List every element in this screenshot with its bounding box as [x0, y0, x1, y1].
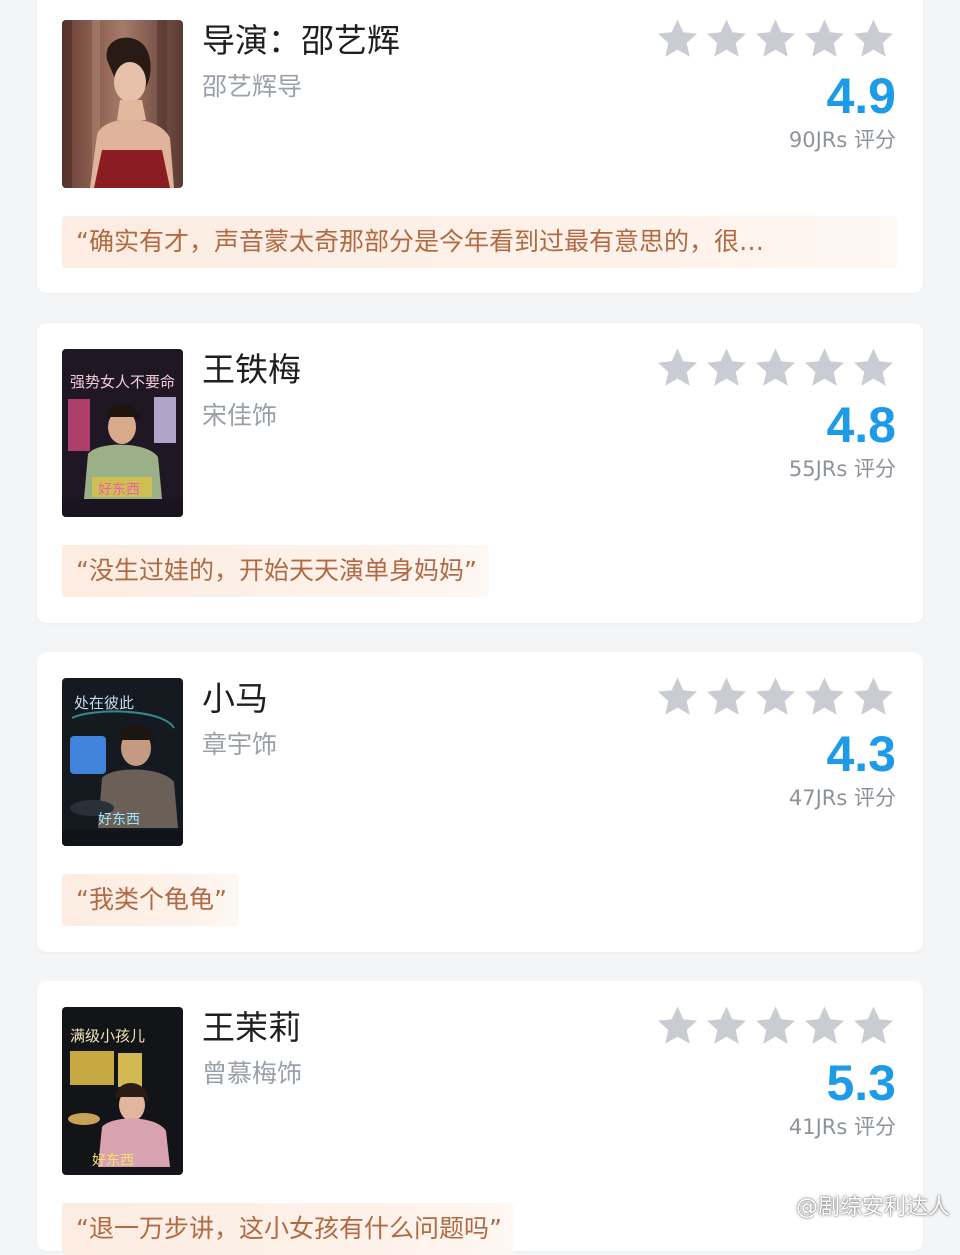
star-icon[interactable] — [852, 1005, 895, 1046]
svg-text:好东西: 好东西 — [92, 1153, 134, 1169]
star-icon[interactable] — [803, 18, 846, 59]
top-comment[interactable]: “没生过娃的，开始天天演单身妈妈” — [62, 545, 489, 597]
star-icon[interactable] — [852, 676, 895, 717]
rating-card-director[interactable]: 导演：邵艺辉 邵艺辉导 4.9 90JRs 评分 “确实有才，声音蒙太奇那部分是… — [37, 0, 923, 293]
star-icon[interactable] — [803, 1005, 846, 1046]
card-role: 章宇饰 — [202, 730, 278, 759]
svg-text:好东西: 好东西 — [98, 482, 140, 498]
card-title: 小马 — [202, 679, 268, 718]
star-rating[interactable] — [656, 1005, 895, 1046]
star-icon[interactable] — [754, 676, 797, 717]
card-title: 导演：邵艺辉 — [202, 21, 400, 60]
star-icon[interactable] — [852, 347, 895, 388]
rating-count: 47JRs 评分 — [788, 786, 896, 810]
character-poster: 处在彼此 好东西 — [62, 678, 183, 846]
card-title: 王铁梅 — [202, 350, 301, 389]
character-poster: 满级小孩儿 好东西 — [62, 1007, 183, 1175]
star-icon[interactable] — [803, 676, 846, 717]
average-score: 4.8 — [826, 397, 896, 453]
star-icon[interactable] — [705, 1005, 748, 1046]
card-role: 宋佳饰 — [202, 401, 278, 430]
star-rating[interactable] — [656, 347, 895, 388]
rating-count: 90JRs 评分 — [788, 128, 896, 152]
average-score: 4.3 — [826, 726, 896, 782]
star-icon[interactable] — [852, 18, 895, 59]
star-icon[interactable] — [656, 347, 699, 388]
star-icon[interactable] — [705, 18, 748, 59]
svg-text:强势女人不要命: 强势女人不要命 — [70, 373, 175, 391]
star-icon[interactable] — [754, 347, 797, 388]
rating-count: 41JRs 评分 — [788, 1115, 896, 1139]
star-rating[interactable] — [656, 18, 895, 59]
top-comment[interactable]: “退一万步讲，这小女孩有什么问题吗” — [62, 1203, 514, 1255]
rating-count: 55JRs 评分 — [788, 457, 896, 481]
svg-text:处在彼此: 处在彼此 — [74, 694, 134, 712]
star-icon[interactable] — [803, 347, 846, 388]
weibo-watermark: @剧综安利达人 — [756, 1189, 950, 1221]
card-title: 王茉莉 — [202, 1008, 301, 1047]
star-icon[interactable] — [754, 18, 797, 59]
watermark-text: @剧综安利达人 — [795, 1195, 950, 1220]
rating-card-character[interactable]: 强势女人不要命 好东西 王铁梅 宋佳饰 4.8 55JRs 评分 “没生过娃的，… — [37, 323, 923, 623]
star-rating[interactable] — [656, 676, 895, 717]
star-icon[interactable] — [656, 18, 699, 59]
star-icon[interactable] — [656, 1005, 699, 1046]
average-score: 5.3 — [826, 1055, 896, 1111]
star-icon[interactable] — [705, 676, 748, 717]
star-icon[interactable] — [656, 676, 699, 717]
star-icon[interactable] — [705, 347, 748, 388]
average-score: 4.9 — [826, 68, 896, 124]
card-role: 曾慕梅饰 — [202, 1059, 303, 1088]
top-comment[interactable]: “我类个龟龟” — [62, 874, 239, 926]
weibo-logo-icon — [756, 1194, 790, 1219]
svg-text:好东西: 好东西 — [98, 812, 140, 828]
star-icon[interactable] — [754, 1005, 797, 1046]
character-poster: 强势女人不要命 好东西 — [62, 349, 183, 517]
card-role: 邵艺辉导 — [202, 72, 303, 101]
svg-text:满级小孩儿: 满级小孩儿 — [70, 1027, 145, 1045]
rating-card-character[interactable]: 处在彼此 好东西 小马 章宇饰 4.3 47JRs 评分 “我类个龟龟” — [37, 652, 923, 952]
director-photo — [62, 20, 183, 188]
top-comment[interactable]: “确实有才，声音蒙太奇那部分是今年看到过最有意思的，很… — [62, 216, 898, 268]
